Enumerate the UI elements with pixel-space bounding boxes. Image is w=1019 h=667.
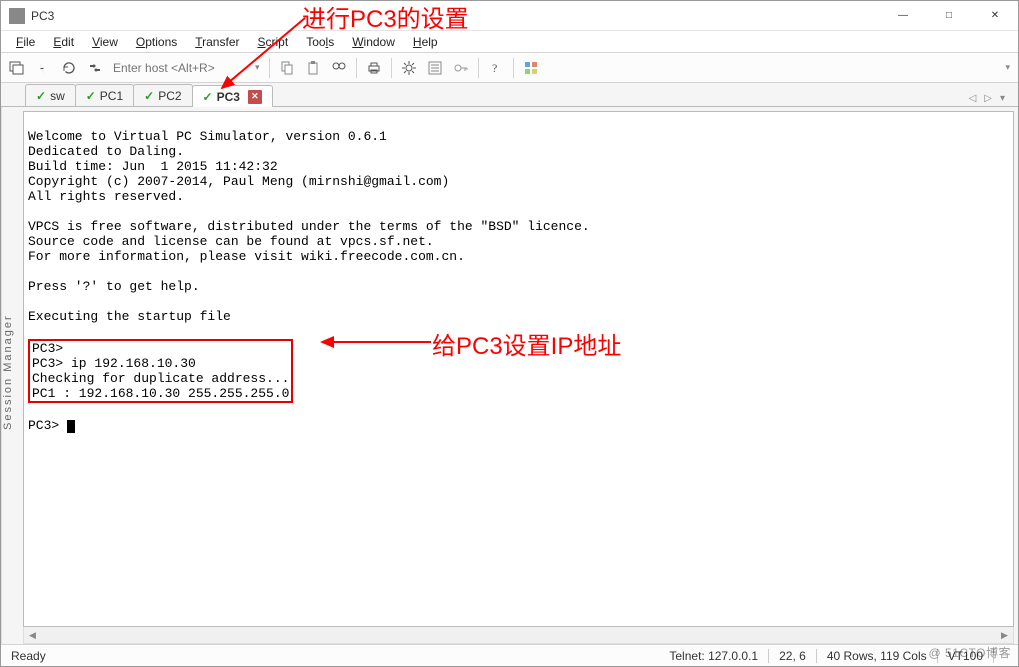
- toolbar-overflow-icon[interactable]: ▾: [1001, 62, 1014, 73]
- host-dropdown-icon[interactable]: ▾: [251, 62, 264, 73]
- check-icon: ✓: [36, 89, 46, 103]
- menu-file[interactable]: File: [9, 33, 42, 51]
- tab-pc3[interactable]: ✓ PC3 ✕: [192, 85, 273, 107]
- copy-icon[interactable]: [275, 56, 299, 80]
- window-title: PC3: [31, 9, 54, 23]
- check-icon: ✓: [144, 89, 154, 103]
- menu-edit[interactable]: Edit: [46, 33, 81, 51]
- toolbar-separator: [478, 58, 479, 78]
- check-icon: ✓: [86, 89, 96, 103]
- toolbar-separator: [391, 58, 392, 78]
- svg-text:?: ?: [492, 61, 497, 75]
- menu-options[interactable]: Options: [129, 33, 184, 51]
- status-bar: Ready Telnet: 127.0.0.1 22, 6 40 Rows, 1…: [1, 644, 1018, 666]
- tab-label: PC1: [100, 89, 123, 103]
- menu-script[interactable]: Script: [251, 33, 296, 51]
- check-icon: ✓: [203, 90, 213, 104]
- tab-close-icon[interactable]: ✕: [248, 90, 262, 104]
- horizontal-scrollbar[interactable]: ◀ ▶: [23, 627, 1014, 644]
- tab-pc2[interactable]: ✓ PC2: [133, 84, 192, 106]
- title-bar: PC3 — □ ✕: [1, 1, 1018, 31]
- status-size: 40 Rows, 119 Cols: [817, 645, 937, 666]
- maximize-button[interactable]: □: [926, 1, 972, 31]
- menu-transfer[interactable]: Transfer: [188, 33, 246, 51]
- toolbar-separator: [356, 58, 357, 78]
- menu-bar: File Edit View Options Transfer Script T…: [1, 31, 1018, 53]
- tab-next-icon[interactable]: ▷: [981, 91, 995, 106]
- quick-connect-icon[interactable]: [31, 56, 55, 80]
- tab-label: sw: [50, 89, 65, 103]
- menu-window[interactable]: Window: [345, 33, 402, 51]
- tab-list-icon[interactable]: ▾: [997, 91, 1008, 106]
- status-connection: Telnet: 127.0.0.1: [659, 645, 768, 666]
- app-window: PC3 — □ ✕ File Edit View Options Transfe…: [0, 0, 1019, 667]
- toolbar-separator: [269, 58, 270, 78]
- settings-icon[interactable]: [397, 56, 421, 80]
- disconnect-icon[interactable]: [83, 56, 107, 80]
- status-cursor-pos: 22, 6: [769, 645, 816, 666]
- tab-prev-icon[interactable]: ◁: [966, 91, 980, 106]
- status-ready: Ready: [1, 645, 56, 666]
- cursor-icon: [67, 420, 75, 433]
- tile-icon[interactable]: [519, 56, 543, 80]
- tab-bar: ✓ sw ✓ PC1 ✓ PC2 ✓ PC3 ✕ ◁ ▷ ▾: [1, 83, 1018, 107]
- toolbar-separator: [513, 58, 514, 78]
- properties-icon[interactable]: [423, 56, 447, 80]
- app-icon: [9, 8, 25, 24]
- scroll-left-icon[interactable]: ◀: [24, 628, 41, 643]
- host-input[interactable]: [109, 57, 249, 79]
- tab-pc1[interactable]: ✓ PC1: [75, 84, 134, 106]
- reconnect-icon[interactable]: [57, 56, 81, 80]
- tab-sw[interactable]: ✓ sw: [25, 84, 76, 106]
- sessions-icon[interactable]: [5, 56, 29, 80]
- terminal[interactable]: Welcome to Virtual PC Simulator, version…: [23, 111, 1014, 627]
- tab-label: PC3: [217, 90, 240, 104]
- annotation-highlight-box: PC3> PC3> ip 192.168.10.30 Checking for …: [28, 339, 293, 403]
- menu-tools[interactable]: Tools: [299, 33, 341, 51]
- print-icon[interactable]: [362, 56, 386, 80]
- terminal-output: Welcome to Virtual PC Simulator, version…: [28, 129, 590, 324]
- close-button[interactable]: ✕: [972, 1, 1018, 31]
- session-manager-sidebar[interactable]: Session Manager: [1, 107, 19, 644]
- menu-help[interactable]: Help: [406, 33, 445, 51]
- terminal-prompt: PC3>: [28, 418, 67, 433]
- menu-view[interactable]: View: [85, 33, 125, 51]
- status-emulation: VT100: [938, 645, 993, 666]
- paste-icon[interactable]: [301, 56, 325, 80]
- tab-nav: ◁ ▷ ▾: [966, 91, 1014, 106]
- scroll-right-icon[interactable]: ▶: [996, 628, 1013, 643]
- help-icon[interactable]: ?: [484, 56, 508, 80]
- key-icon[interactable]: [449, 56, 473, 80]
- terminal-boxed-output: PC3> PC3> ip 192.168.10.30 Checking for …: [32, 341, 289, 401]
- tab-label: PC2: [158, 89, 181, 103]
- minimize-button[interactable]: —: [880, 1, 926, 31]
- body: Session Manager Welcome to Virtual PC Si…: [1, 107, 1018, 644]
- toolbar: ▾ ? ▾: [1, 53, 1018, 83]
- find-icon[interactable]: [327, 56, 351, 80]
